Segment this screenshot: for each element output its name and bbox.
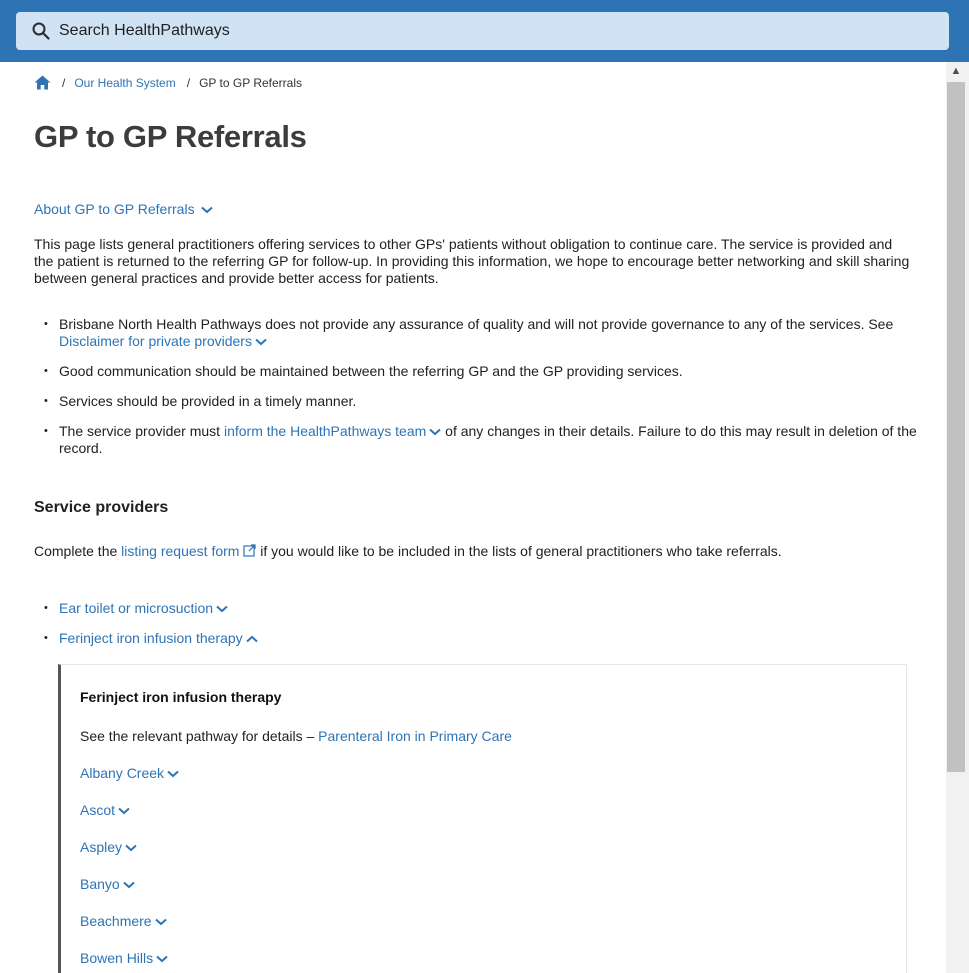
listing-text: if you would like to be included in the … [260, 543, 782, 559]
external-link-icon [243, 544, 256, 557]
panel-description-text: See the relevant pathway for details – [80, 728, 315, 744]
about-toggle[interactable]: About GP to GP Referrals [34, 201, 214, 217]
chevron-down-icon [429, 429, 441, 436]
suburb-item[interactable]: Ascot [80, 802, 179, 839]
suburb-item[interactable]: Aspley [80, 839, 179, 876]
breadcrumb-separator: / [186, 75, 191, 90]
section-heading: Service providers [34, 499, 169, 516]
suburb-label: Bowen Hills [80, 950, 154, 966]
about-toggle-label: About GP to GP Referrals [34, 201, 195, 217]
expanded-panel: Ferinject iron infusion therapy See the … [58, 664, 907, 973]
service-type-label: Ear toilet or microsuction [59, 600, 214, 616]
listing-text: Complete the [34, 543, 118, 559]
chevron-down-icon [118, 808, 130, 815]
list-item: Services should be provided in a timely … [34, 393, 919, 410]
suburb-item[interactable]: Beachmere [80, 913, 179, 950]
scroll-up-arrow-icon[interactable]: ▲ [947, 62, 965, 80]
page-content: / Our Health System / GP to GP Referrals… [0, 62, 946, 973]
breadcrumb-link-our-health-system[interactable]: Our Health System [74, 76, 175, 90]
suburb-label: Ascot [80, 802, 116, 818]
suburb-item[interactable]: Bowen Hills [80, 950, 179, 973]
suburb-item[interactable]: Albany Creek [80, 765, 179, 802]
service-type-list: Ear toilet or microsuction Ferinject iro… [34, 600, 258, 647]
breadcrumb: / Our Health System / GP to GP Referrals [34, 75, 302, 90]
listing-paragraph: Complete the listing request form if you… [34, 543, 874, 560]
panel-description: See the relevant pathway for details – P… [80, 728, 512, 744]
listing-request-link[interactable]: listing request form [121, 543, 239, 559]
header-bar: Search HealthPathways [0, 0, 969, 62]
chevron-down-icon [216, 606, 228, 613]
suburb-label: Beachmere [80, 913, 152, 929]
service-type-item[interactable]: Ear toilet or microsuction [34, 600, 258, 617]
list-item: The service provider must inform the Hea… [34, 423, 919, 457]
page-title: GP to GP Referrals [34, 119, 307, 154]
chevron-down-icon [123, 882, 135, 889]
service-type-label: Ferinject iron infusion therapy [59, 630, 243, 646]
suburb-label: Albany Creek [80, 765, 165, 781]
bullet-text: Services should be provided in a timely … [59, 393, 357, 409]
search-icon [32, 22, 50, 40]
service-type-item[interactable]: Ferinject iron infusion therapy [34, 630, 258, 647]
breadcrumb-current: GP to GP Referrals [199, 75, 302, 90]
panel-title: Ferinject iron infusion therapy [80, 689, 282, 705]
bullet-text: Brisbane North Health Pathways does not … [59, 316, 894, 332]
suburb-list: Albany Creek Ascot Aspley Banyo Beachmer… [80, 765, 179, 973]
bullet-text: Good communication should be maintained … [59, 363, 683, 379]
list-item: Good communication should be maintained … [34, 363, 919, 380]
chevron-down-icon [255, 339, 267, 346]
inform-team-link[interactable]: inform the HealthPathways team [224, 423, 426, 439]
parenteral-iron-link[interactable]: Parenteral Iron in Primary Care [318, 728, 512, 744]
chevron-down-icon [156, 956, 168, 963]
suburb-label: Aspley [80, 839, 123, 855]
chevron-down-icon [167, 771, 179, 778]
breadcrumb-separator: / [62, 75, 66, 90]
guidelines-list: Brisbane North Health Pathways does not … [34, 316, 919, 457]
home-icon[interactable] [34, 75, 51, 90]
intro-paragraph: This page lists general practitioners of… [34, 236, 910, 286]
list-item: Brisbane North Health Pathways does not … [34, 316, 919, 350]
chevron-up-icon [245, 635, 258, 643]
scrollbar-thumb[interactable] [947, 82, 965, 772]
search-placeholder: Search HealthPathways [59, 22, 230, 39]
bullet-text: The service provider must [59, 423, 221, 439]
chevron-down-icon [201, 207, 214, 214]
suburb-item[interactable]: Banyo [80, 876, 179, 913]
suburb-label: Banyo [80, 876, 120, 892]
chevron-down-icon [154, 919, 167, 926]
search-bar[interactable]: Search HealthPathways [16, 12, 949, 50]
chevron-down-icon [125, 845, 137, 852]
disclaimer-link[interactable]: Disclaimer for private providers [59, 333, 252, 349]
